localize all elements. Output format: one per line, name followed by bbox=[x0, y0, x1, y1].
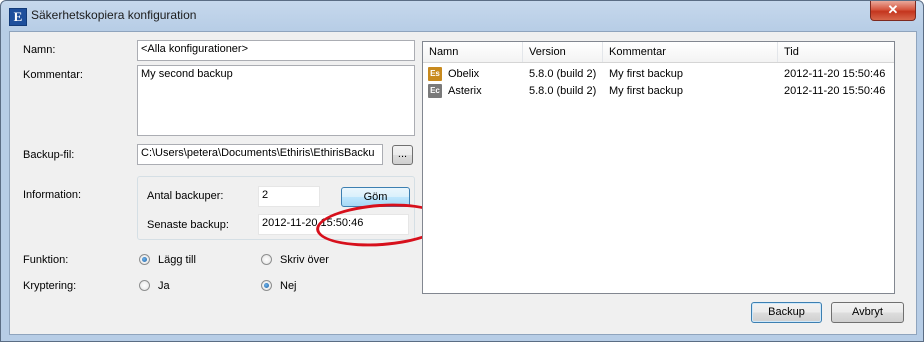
cancel-button[interactable]: Avbryt bbox=[831, 302, 904, 323]
row-name: Asterix bbox=[448, 85, 482, 97]
encryption-no-radio[interactable] bbox=[261, 280, 272, 291]
app-logo-icon: E bbox=[9, 8, 27, 26]
row-name: Obelix bbox=[448, 68, 480, 80]
dialog-body: Namn: <Alla konfigurationer> Kommentar: … bbox=[9, 31, 917, 335]
encryption-label: Kryptering: bbox=[23, 280, 77, 292]
backup-file-field[interactable]: C:\Users\petera\Documents\Ethiris\Ethiri… bbox=[137, 144, 383, 165]
function-add-radio[interactable] bbox=[139, 254, 150, 265]
radio-selected-dot bbox=[142, 257, 147, 262]
name-label: Namn: bbox=[23, 44, 56, 56]
row-comment: My first backup bbox=[609, 85, 683, 97]
comment-textarea[interactable]: My second backup bbox=[137, 65, 415, 136]
information-label: Information: bbox=[23, 189, 82, 201]
row-time: 2012-11-20 15:50:46 bbox=[784, 85, 886, 97]
window-title: Säkerhetskopiera konfiguration bbox=[31, 8, 197, 22]
list-row-obelix[interactable]: Es Obelix 5.8.0 (build 2) My first backu… bbox=[423, 66, 894, 83]
backup-count-label: Antal backuper: bbox=[147, 190, 224, 202]
name-field[interactable]: <Alla konfigurationer> bbox=[137, 40, 415, 61]
function-overwrite-radio[interactable] bbox=[261, 254, 272, 265]
column-header-version[interactable]: Version bbox=[523, 42, 603, 62]
row-comment: My first backup bbox=[609, 68, 683, 80]
backup-button[interactable]: Backup bbox=[751, 302, 822, 323]
backup-list[interactable]: Namn Version Kommentar Tid Es Obelix 5.8… bbox=[422, 41, 895, 294]
config-ec-icon: Ec bbox=[428, 84, 442, 98]
title-bar[interactable]: E Säkerhetskopiera konfiguration ✕ bbox=[1, 1, 923, 31]
row-version: 5.8.0 (build 2) bbox=[529, 85, 597, 97]
encryption-yes-radio[interactable] bbox=[139, 280, 150, 291]
column-header-name[interactable]: Namn bbox=[423, 42, 523, 62]
row-time: 2012-11-20 15:50:46 bbox=[784, 68, 886, 80]
list-row-asterix[interactable]: Ec Asterix 5.8.0 (build 2) My first back… bbox=[423, 83, 894, 100]
config-es-icon: Es bbox=[428, 67, 442, 81]
close-button[interactable]: ✕ bbox=[870, 1, 916, 21]
backup-file-label: Backup-fil: bbox=[23, 149, 75, 161]
encryption-yes-label[interactable]: Ja bbox=[158, 280, 170, 292]
list-header: Namn Version Kommentar Tid bbox=[423, 42, 894, 63]
backup-count-value: 2 bbox=[258, 186, 320, 207]
radio-selected-dot bbox=[264, 283, 269, 288]
dialog-window: E Säkerhetskopiera konfiguration ✕ Namn:… bbox=[0, 0, 924, 342]
function-label: Funktion: bbox=[23, 254, 69, 266]
browse-button[interactable]: ... bbox=[392, 145, 413, 165]
comment-label: Kommentar: bbox=[23, 69, 83, 81]
function-add-label[interactable]: Lägg till bbox=[158, 254, 196, 266]
encryption-no-label[interactable]: Nej bbox=[280, 280, 297, 292]
column-header-time[interactable]: Tid bbox=[778, 42, 894, 62]
row-version: 5.8.0 (build 2) bbox=[529, 68, 597, 80]
column-header-comment[interactable]: Kommentar bbox=[603, 42, 778, 62]
function-overwrite-label[interactable]: Skriv över bbox=[280, 254, 329, 266]
latest-backup-label: Senaste backup: bbox=[147, 219, 229, 231]
